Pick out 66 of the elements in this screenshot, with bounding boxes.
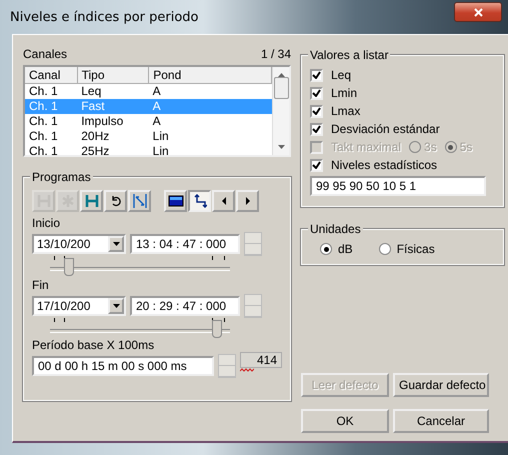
group-label: Valores a listar (308, 48, 390, 62)
checkbox-label: Leq (331, 68, 352, 82)
radio-button[interactable] (320, 243, 332, 255)
column-header[interactable]: Canal (25, 67, 78, 84)
field-label: Fin (32, 278, 50, 292)
dialog-button[interactable]: OK (301, 409, 389, 433)
slider-thumb[interactable] (64, 258, 74, 276)
toolbar-button[interactable] (104, 190, 127, 212)
field-label: Inicio (32, 216, 62, 230)
checkbox[interactable] (310, 122, 323, 136)
checkbox-label: Desviación estándar (331, 122, 440, 136)
fit-icon (132, 193, 148, 209)
list-row[interactable]: Ch. 1 20Hz Lin (25, 129, 272, 144)
checkbox-label: Lmax (331, 104, 360, 118)
dialog-button[interactable]: Guardar defecto (393, 373, 489, 397)
list-row[interactable]: Ch. 1 Leq A (25, 84, 272, 99)
radio-button[interactable] (378, 243, 391, 255)
bracket-icon (84, 194, 98, 208)
column-header[interactable]: Tipo (78, 67, 150, 84)
toolbar-button[interactable] (188, 190, 211, 212)
group-label: Unidades (308, 222, 363, 236)
window-icon (168, 194, 184, 208)
close-icon (474, 8, 482, 17)
close-button[interactable] (454, 2, 502, 22)
scroll-thumb[interactable] (274, 77, 288, 99)
caret-icon (112, 304, 120, 308)
period-field[interactable]: 00 d 00 h 15 m 00 s 000 ms (32, 356, 214, 376)
dropdown-button[interactable] (108, 236, 124, 252)
radio-label: Físicas (396, 242, 435, 256)
squiggle-icon (240, 368, 254, 372)
toolbar-button[interactable] (164, 190, 187, 212)
list-row[interactable]: Ch. 1 Impulso A (25, 114, 272, 129)
toolbar-button[interactable] (212, 190, 235, 212)
channel-counter: 1 / 34 (260, 47, 291, 61)
left-arrow-icon (220, 197, 226, 205)
checkbox[interactable] (310, 68, 323, 82)
date-field[interactable]: 17/10/200 (32, 296, 126, 316)
checkbox[interactable] (310, 86, 323, 100)
checkbox[interactable] (310, 158, 323, 172)
time-field[interactable]: 13 : 04 : 47 : 000 (130, 234, 240, 254)
dialog-button[interactable]: Cancelar (393, 409, 489, 433)
column-header[interactable]: Pond (149, 67, 272, 84)
field-label: Período base X 100ms (32, 338, 156, 352)
channel-list[interactable]: Canal Tipo Pond Ch. 1 Leq A Ch. 1 Fast A Ch. 1 Impulso A Ch. 1 20Hz Lin Ch. 1 25Hz Lin (23, 65, 291, 157)
right-arrow-icon (244, 197, 250, 205)
checkbox[interactable] (310, 104, 323, 118)
checkbox-label: Lmin (331, 86, 358, 100)
group-label: Programas (30, 170, 93, 184)
time-slider[interactable] (50, 318, 230, 336)
scrollbar[interactable] (272, 67, 289, 155)
axes-icon (192, 194, 206, 208)
period-count: 414 (240, 352, 282, 368)
toolbar-button[interactable] (236, 190, 259, 212)
percentiles-field[interactable]: 99 95 90 50 10 5 1 (310, 176, 486, 196)
date-field[interactable]: 13/10/200 (32, 234, 126, 254)
list-row[interactable]: Ch. 1 25Hz Lin (25, 144, 272, 155)
slider-thumb[interactable] (212, 320, 222, 338)
dropdown-button[interactable] (108, 298, 124, 314)
time-slider[interactable] (50, 256, 230, 274)
section-label: Canales (23, 47, 68, 61)
radio-label: dB (338, 242, 353, 256)
checkbox-label: Niveles estadísticos (331, 158, 438, 172)
time-field[interactable]: 20 : 29 : 47 : 000 (130, 296, 240, 316)
window-title: Niveles e índices por periodo (10, 10, 198, 24)
scroll-down-icon[interactable] (278, 145, 284, 149)
caret-icon (112, 242, 120, 246)
